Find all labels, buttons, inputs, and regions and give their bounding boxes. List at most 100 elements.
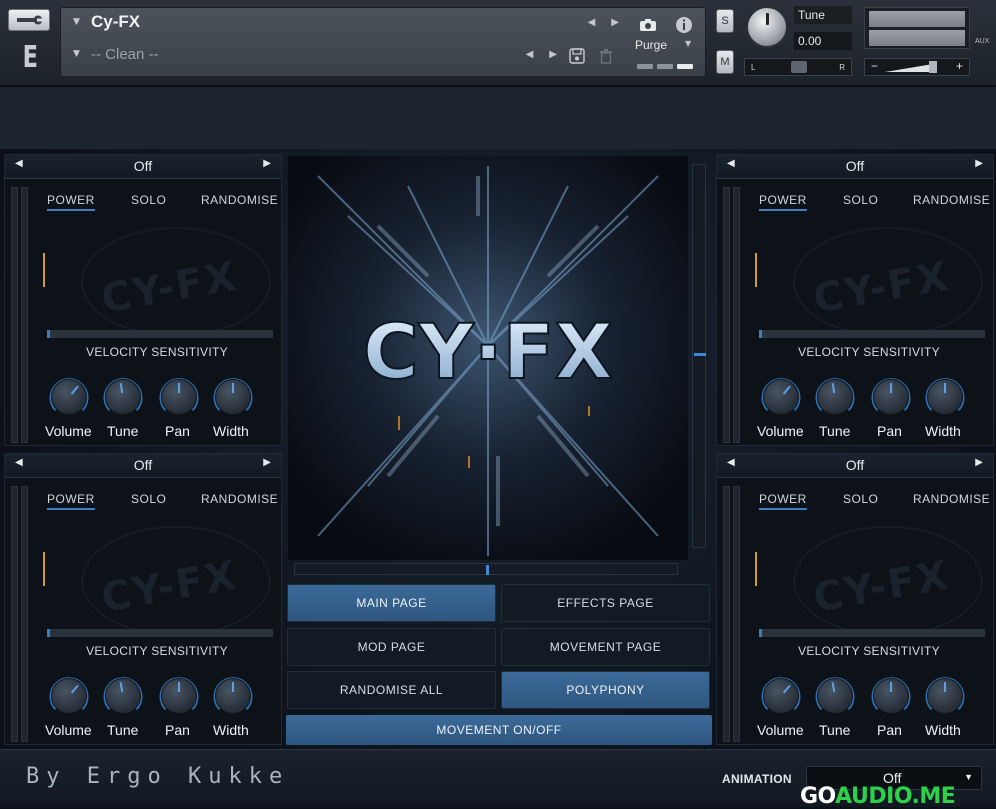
width-knob[interactable] <box>923 375 967 419</box>
pan-knob[interactable] <box>157 674 201 718</box>
vertical-slider-thumb[interactable] <box>694 353 706 356</box>
trash-icon[interactable] <box>599 48 613 68</box>
randomise-button[interactable]: RANDOMISE <box>913 492 990 506</box>
preset-dropdown-icon[interactable]: ▼ <box>73 49 83 59</box>
layer-body: CY-FX POWER SOLO RANDOMISE VELOCITY SENSITIV… <box>41 482 278 768</box>
velocity-sensitivity-label: VELOCITY SENSITIVITY <box>86 345 228 359</box>
velocity-slider[interactable] <box>47 629 273 637</box>
wrench-button[interactable] <box>8 9 50 31</box>
randomise-button[interactable]: RANDOMISE <box>913 193 990 207</box>
pan-knob[interactable] <box>869 674 913 718</box>
next-layer-icon[interactable]: ▶ <box>263 457 271 468</box>
prev-instrument-icon[interactable]: ◀ <box>588 17 596 28</box>
next-preset-icon[interactable]: ▶ <box>549 49 557 60</box>
movement-page-button[interactable]: MOVEMENT PAGE <box>501 628 710 666</box>
instrument-title[interactable]: Cy-FX <box>91 12 140 32</box>
velocity-sensitivity-label: VELOCITY SENSITIVITY <box>798 345 940 359</box>
mute-button[interactable]: M <box>716 50 734 74</box>
tune-knob[interactable] <box>101 674 145 718</box>
randomise-button[interactable]: RANDOMISE <box>201 193 278 207</box>
pan-slider[interactable]: L R <box>744 58 852 76</box>
solo-button[interactable]: S <box>716 9 734 33</box>
volume-knob[interactable] <box>47 375 91 419</box>
layer-selector[interactable]: ◀ Off ▶ <box>5 454 281 478</box>
aux-button[interactable]: AUX <box>975 38 989 45</box>
layer-selector[interactable]: ◀ Off ▶ <box>717 155 993 179</box>
instrument-header-bar <box>0 87 996 149</box>
pan-knob[interactable] <box>157 375 201 419</box>
velocity-slider[interactable] <box>759 330 985 338</box>
layer-solo-button[interactable]: SOLO <box>131 193 166 207</box>
power-button[interactable]: POWER <box>47 492 95 510</box>
knob-pointer <box>890 383 892 393</box>
layer-activity-indicator <box>755 552 757 586</box>
next-layer-icon[interactable]: ▶ <box>975 457 983 468</box>
knob-pointer <box>944 383 946 393</box>
meter-left <box>869 11 965 27</box>
main-page-button[interactable]: MAIN PAGE <box>287 584 496 622</box>
preset-name[interactable]: -- Clean -- <box>91 46 159 63</box>
pan-knob[interactable] <box>869 375 913 419</box>
volume-knob-label: Volume <box>757 423 804 439</box>
layer-selector-value: Off <box>133 158 153 174</box>
horizontal-scroll-slider[interactable] <box>294 563 678 575</box>
power-button[interactable]: POWER <box>759 492 807 510</box>
layer-solo-button[interactable]: SOLO <box>843 492 878 506</box>
author-credit: By Ergo Kukke <box>26 764 290 789</box>
tune-value[interactable]: 0.00 <box>794 32 852 50</box>
save-icon[interactable] <box>569 48 585 68</box>
instrument-title-row[interactable]: ▼ Cy-FX ◀ ▶ <box>65 8 623 36</box>
next-instrument-icon[interactable]: ▶ <box>611 17 619 28</box>
tune-knob[interactable] <box>813 674 857 718</box>
vertical-scroll-slider[interactable] <box>692 164 706 548</box>
next-layer-icon[interactable]: ▶ <box>975 158 983 169</box>
width-knob[interactable] <box>211 674 255 718</box>
tune-knob[interactable] <box>746 6 788 48</box>
volume-knob[interactable] <box>759 375 803 419</box>
volume-knob[interactable] <box>47 674 91 718</box>
purge-label[interactable]: Purge <box>635 38 667 52</box>
preset-nav: ◀ ▶ <box>526 49 557 60</box>
randomise-all-button[interactable]: RANDOMISE ALL <box>287 671 496 709</box>
randomise-button[interactable]: RANDOMISE <box>201 492 278 506</box>
layer-solo-button[interactable]: SOLO <box>843 193 878 207</box>
tune-knob[interactable] <box>813 375 857 419</box>
layer-selector[interactable]: ◀ Off ▶ <box>5 155 281 179</box>
instrument-footer: By Ergo Kukke ANIMATION Off ▼ GOAUDIO.ME <box>0 749 996 809</box>
power-button[interactable]: POWER <box>47 193 95 211</box>
volume-handle[interactable] <box>929 61 937 73</box>
polyphony-button[interactable]: POLYPHONY <box>501 671 710 709</box>
movement-toggle-button[interactable]: MOVEMENT ON/OFF <box>286 715 712 745</box>
width-knob[interactable] <box>923 674 967 718</box>
volume-knob-label: Volume <box>45 423 92 439</box>
knob-pointer <box>944 682 946 692</box>
volume-slider[interactable]: − + <box>864 58 970 76</box>
volume-minus[interactable]: − <box>871 59 878 73</box>
velocity-slider[interactable] <box>759 629 985 637</box>
tune-knob[interactable] <box>101 375 145 419</box>
collapse-icon[interactable]: ▼ <box>73 17 83 27</box>
info-icon[interactable] <box>673 14 695 36</box>
layer-solo-button[interactable]: SOLO <box>131 492 166 506</box>
effects-page-button[interactable]: EFFECTS PAGE <box>501 584 710 622</box>
camera-icon[interactable] <box>637 14 659 36</box>
velocity-slider[interactable] <box>47 330 273 338</box>
power-button[interactable]: POWER <box>759 193 807 211</box>
memory-meters <box>637 64 693 69</box>
layer-module-4: ◀ Off ▶ CY-FX POWER SOLO RANDOMISE VELOCITY SEN… <box>716 453 994 768</box>
volume-plus[interactable]: + <box>956 59 963 73</box>
horizontal-slider-thumb[interactable] <box>486 565 489 575</box>
preset-row[interactable]: ▼ -- Clean -- ◀ ▶ <box>65 40 561 68</box>
pan-handle[interactable] <box>791 61 807 73</box>
mod-page-button[interactable]: MOD PAGE <box>287 628 496 666</box>
layer-selector[interactable]: ◀ Off ▶ <box>717 454 993 478</box>
volume-knob[interactable] <box>759 674 803 718</box>
knob-cap <box>817 379 853 415</box>
purge-dropdown-icon[interactable]: ▼ <box>685 39 691 48</box>
next-layer-icon[interactable]: ▶ <box>263 158 271 169</box>
pan-knob-label: Pan <box>165 423 190 439</box>
meter-bar <box>723 486 730 742</box>
width-knob[interactable] <box>211 375 255 419</box>
prev-preset-icon[interactable]: ◀ <box>526 49 534 60</box>
meter-bar <box>733 486 740 742</box>
